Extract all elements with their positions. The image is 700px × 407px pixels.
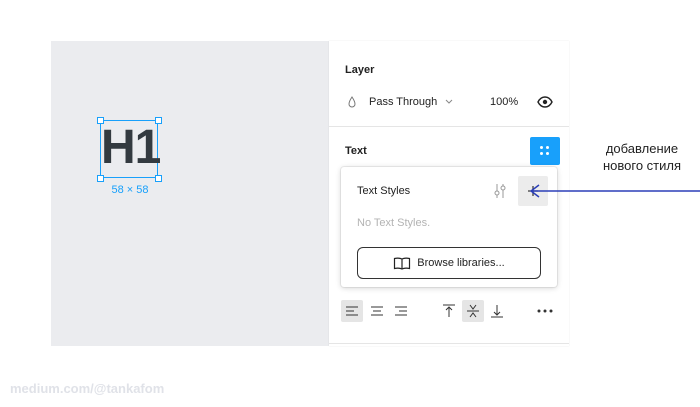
text-styles-button[interactable] — [530, 137, 560, 165]
text-styles-title: Text Styles — [357, 185, 411, 197]
watermark: medium.com/@tankafom — [10, 381, 165, 396]
align-bottom-icon — [491, 305, 503, 318]
section-divider — [329, 126, 569, 127]
text-section-title: Text — [345, 145, 367, 157]
eye-icon[interactable] — [537, 95, 553, 109]
chevron-down-icon[interactable] — [444, 97, 454, 107]
align-top-icon — [443, 304, 455, 317]
dimension-label: 58 × 58 — [111, 184, 149, 196]
opacity-value[interactable]: 100% — [490, 96, 518, 108]
align-top-button[interactable] — [438, 300, 460, 322]
browse-libraries-button[interactable]: Browse libraries... — [357, 247, 541, 279]
bottom-divider — [329, 343, 569, 344]
design-canvas[interactable] — [51, 41, 329, 346]
layer-section-title: Layer — [345, 64, 375, 76]
more-options-button[interactable] — [534, 300, 556, 322]
align-center-button[interactable] — [366, 300, 388, 322]
annotation-text: добавление нового стиля — [602, 141, 682, 173]
align-bottom-button[interactable] — [486, 300, 508, 322]
more-icon — [537, 309, 553, 313]
book-icon — [393, 257, 411, 270]
align-middle-icon — [467, 304, 479, 318]
align-center-icon — [371, 306, 383, 316]
resize-handle-bottom-right[interactable] — [155, 175, 162, 182]
align-left-icon — [346, 306, 358, 316]
annotation-arrow — [529, 184, 700, 198]
blend-drop-icon — [347, 95, 357, 109]
align-middle-button[interactable] — [462, 300, 484, 322]
no-text-styles-label: No Text Styles. — [357, 217, 431, 229]
browse-libraries-label: Browse libraries... — [417, 257, 505, 269]
align-right-icon — [395, 306, 407, 316]
resize-handle-bottom-left[interactable] — [97, 175, 104, 182]
blend-mode-select[interactable]: Pass Through — [369, 96, 437, 108]
adjust-sliders-icon[interactable] — [492, 182, 508, 200]
h1-text-layer[interactable]: H1 — [101, 122, 161, 174]
align-right-button[interactable] — [390, 300, 412, 322]
align-left-button[interactable] — [341, 300, 363, 322]
